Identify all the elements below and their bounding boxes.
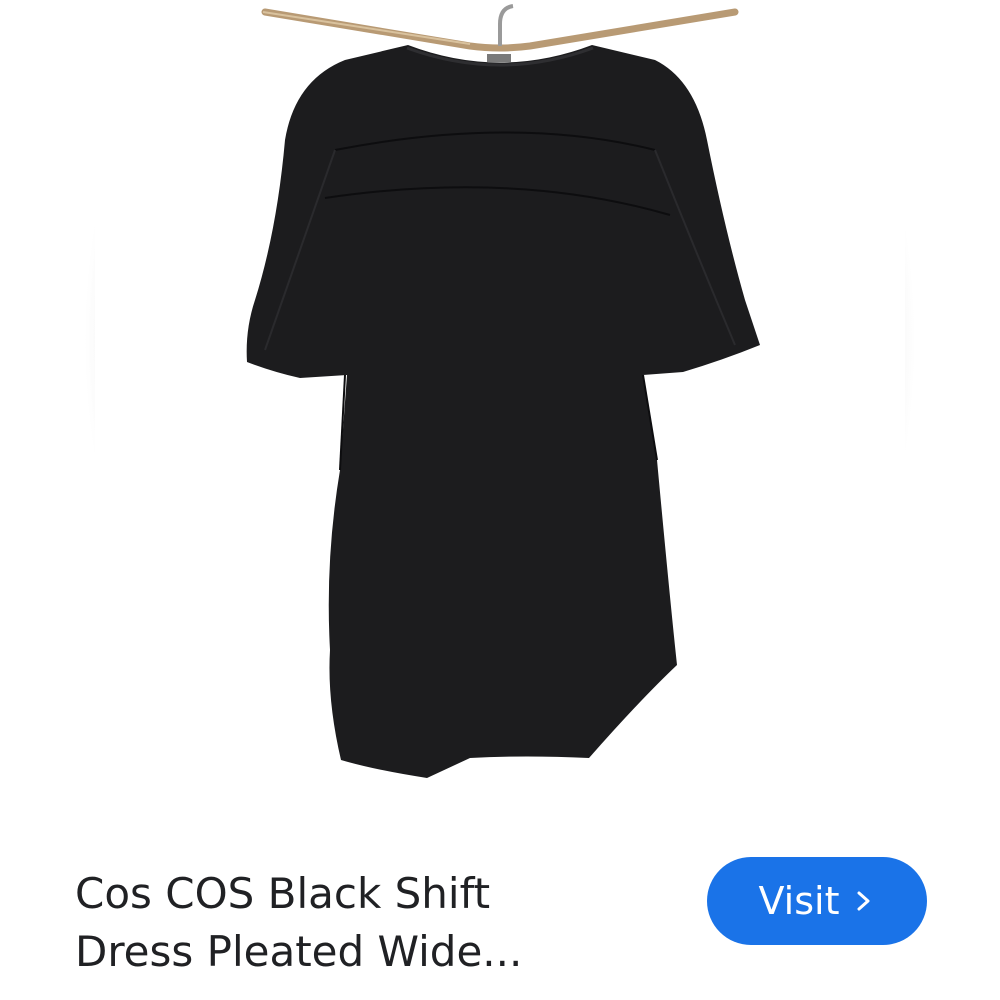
product-card: Cos COS Black Shift Dress Pleated Wide..… bbox=[0, 0, 1000, 1000]
hanger-graphic bbox=[261, 4, 739, 52]
chevron-right-icon bbox=[853, 887, 875, 915]
caption-bar: Cos COS Black Shift Dress Pleated Wide..… bbox=[0, 845, 1000, 1000]
visit-button-label: Visit bbox=[758, 879, 840, 923]
garment-label bbox=[487, 54, 511, 62]
product-title[interactable]: Cos COS Black Shift Dress Pleated Wide..… bbox=[75, 865, 635, 981]
dress-graphic bbox=[246, 45, 760, 778]
product-image-frame[interactable] bbox=[0, 0, 1000, 845]
product-title-line-1: Cos COS Black Shift bbox=[75, 869, 491, 918]
product-image[interactable] bbox=[95, 0, 905, 845]
visit-button[interactable]: Visit bbox=[707, 857, 927, 945]
dress-illustration bbox=[246, 4, 760, 778]
product-title-line-2: Dress Pleated Wide... bbox=[75, 927, 523, 976]
